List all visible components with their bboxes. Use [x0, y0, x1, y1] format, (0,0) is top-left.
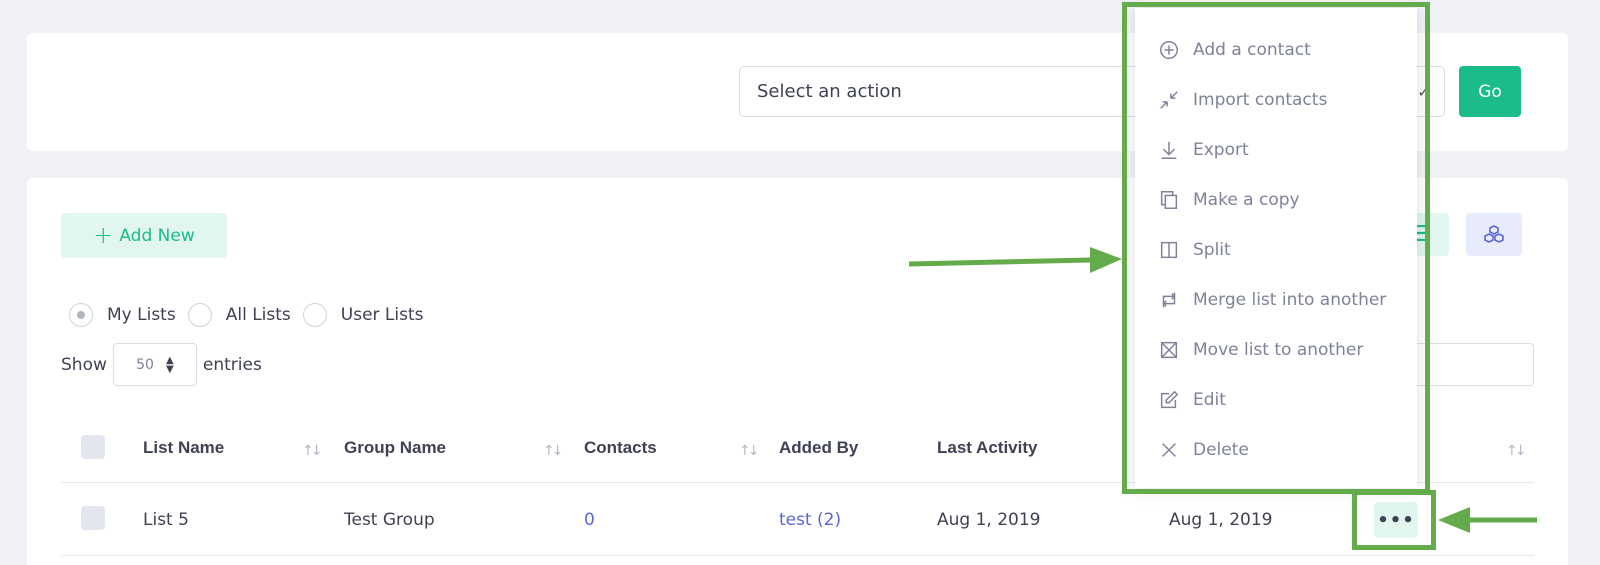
entries-control: Show 50 ▲ ▼ entries [61, 343, 262, 386]
more-icon: ••• [1377, 509, 1415, 531]
download-icon [1157, 138, 1181, 162]
radio-user-lists-label: User Lists [340, 305, 424, 325]
menu-item-label: Move list to another [1193, 340, 1364, 360]
column-last-activity[interactable]: Last Activity [937, 438, 1037, 458]
menu-item-merge-list[interactable]: Merge list into another [1135, 280, 1417, 320]
plus-circle-icon [1157, 38, 1181, 62]
column-group-name[interactable]: Group Name [344, 438, 446, 458]
radio-all-lists-label: All Lists [225, 305, 291, 325]
menu-item-edit[interactable]: Edit [1135, 380, 1417, 420]
radio-user-lists[interactable] [302, 303, 327, 327]
entries-select[interactable]: 50 ▲ ▼ [112, 343, 197, 386]
cell-last-activity: Aug 1, 2019 [937, 510, 1041, 530]
menu-item-label: Import contacts [1193, 90, 1328, 110]
sort-arrows-icon: ▲ ▼ [165, 354, 174, 375]
menu-item-add-contact[interactable]: Add a contact [1135, 30, 1417, 70]
cell-contacts-link[interactable]: 0 [584, 510, 595, 530]
cell-group-name: Test Group [344, 510, 435, 530]
cubes-icon [1484, 224, 1504, 243]
radio-my-lists[interactable] [69, 303, 93, 327]
action-select-value: Select an action [757, 81, 902, 102]
column-contacts[interactable]: Contacts [584, 438, 657, 458]
radio-my-lists-label: My Lists [107, 305, 176, 325]
compress-icon [1157, 88, 1181, 112]
menu-item-label: Add a contact [1193, 40, 1311, 60]
plus-icon: + [93, 220, 114, 249]
menu-item-label: Split [1193, 240, 1231, 260]
add-new-label: Add New [119, 225, 195, 246]
menu-item-split[interactable]: Split [1135, 230, 1417, 270]
edit-icon [1157, 388, 1181, 412]
table-row: List 5 Test Group 0 test (2) Aug 1, 2019… [61, 490, 1534, 556]
columns-icon [1157, 238, 1181, 262]
menu-item-label: Edit [1193, 390, 1226, 410]
cell-list-name: List 5 [143, 510, 189, 530]
search-input[interactable] [1402, 343, 1534, 386]
sort-icon[interactable]: ↑↓ [302, 443, 323, 459]
menu-item-label: Export [1193, 140, 1249, 160]
copy-icon [1157, 188, 1181, 212]
menu-item-import-contacts[interactable]: Import contacts [1135, 80, 1417, 120]
menu-item-export[interactable]: Export [1135, 130, 1417, 170]
menu-item-move-list[interactable]: Move list to another [1135, 330, 1417, 370]
menu-item-label: Merge list into another [1193, 290, 1387, 310]
menu-item-label: Delete [1193, 440, 1249, 460]
row-actions-menu: Add a contact Import contacts Export Mak… [1135, 8, 1417, 488]
list-filter-group: My Lists All Lists User Lists [69, 303, 436, 327]
radio-all-lists[interactable] [187, 303, 212, 327]
cell-added-by-link[interactable]: test (2) [779, 510, 841, 530]
row-actions-button[interactable]: ••• [1374, 502, 1418, 538]
grid-view-button[interactable] [1466, 213, 1522, 256]
sort-icon[interactable]: ↑↓ [1506, 443, 1527, 459]
add-new-button[interactable]: + Add New [61, 213, 227, 258]
column-list-name[interactable]: List Name [143, 438, 224, 458]
go-button[interactable]: Go [1459, 66, 1521, 117]
retweet-icon [1157, 288, 1181, 312]
sort-icon[interactable]: ↑↓ [543, 443, 564, 459]
column-added-by[interactable]: Added By [779, 438, 858, 458]
row-checkbox[interactable] [81, 506, 105, 530]
menu-item-label: Make a copy [1193, 190, 1300, 210]
expand-icon [1157, 338, 1181, 362]
menu-item-delete[interactable]: Delete [1135, 430, 1417, 470]
entries-value: 50 [136, 356, 154, 373]
select-all-checkbox[interactable] [81, 435, 105, 459]
check-icon: ✓ [1417, 83, 1430, 101]
sort-icon[interactable]: ↑↓ [739, 443, 760, 459]
close-icon [1157, 438, 1181, 462]
show-label: Show [61, 354, 107, 375]
cell-created: Aug 1, 2019 [1169, 510, 1273, 530]
entries-label: entries [202, 354, 262, 375]
menu-item-make-copy[interactable]: Make a copy [1135, 180, 1417, 220]
